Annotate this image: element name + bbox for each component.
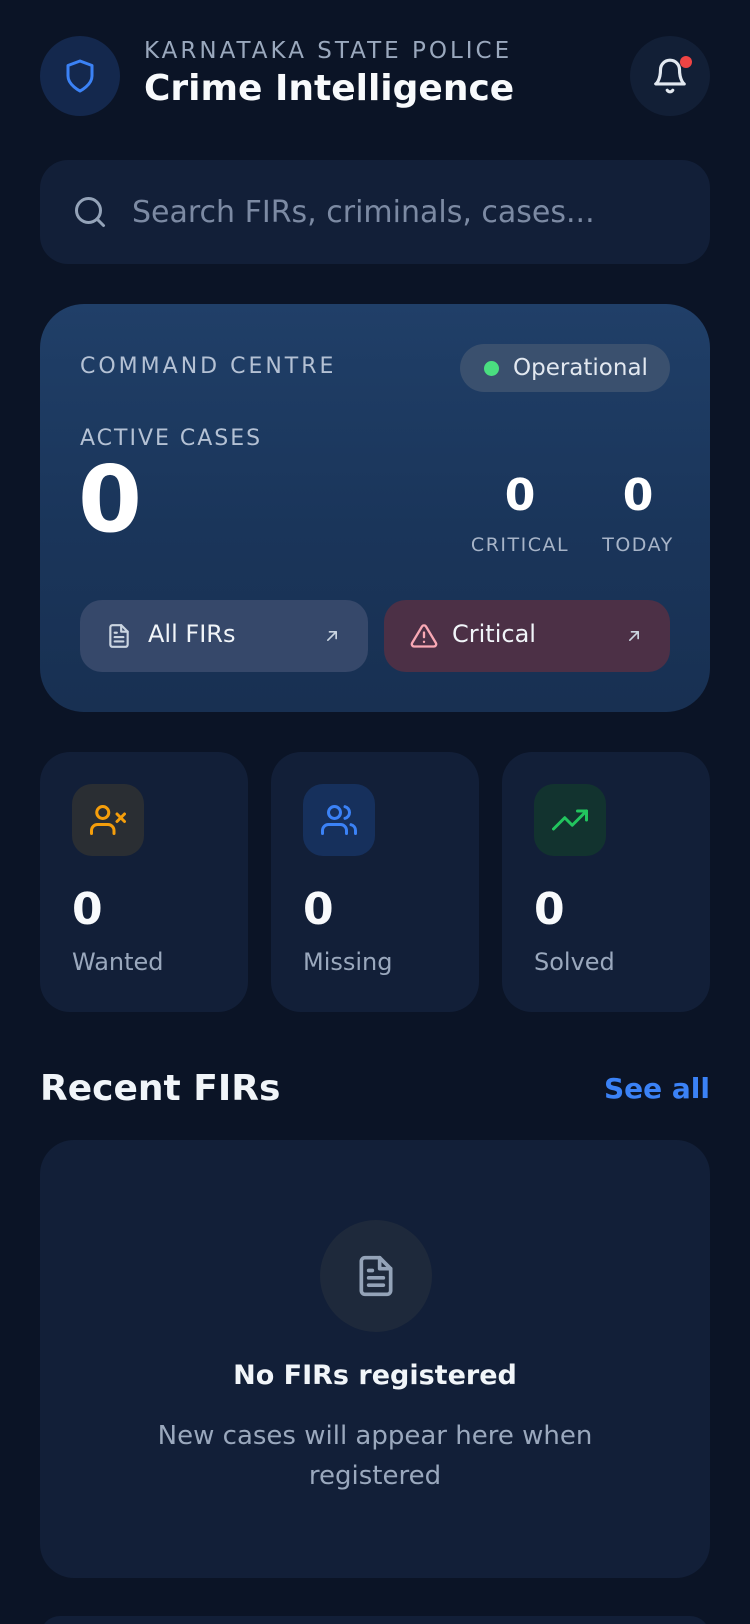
- solved-label: Solved: [534, 948, 615, 976]
- user-x-icon: [90, 805, 126, 835]
- empty-state-card: No FIRs registered New cases will appear…: [40, 1140, 710, 1578]
- police-logo: [40, 36, 120, 116]
- empty-state-subtitle: New cases will appear here when register…: [157, 1421, 593, 1491]
- file-text-icon: [109, 624, 129, 648]
- app-title: Crime Intelligence: [144, 68, 515, 109]
- wanted-icon-wrap: [72, 784, 144, 856]
- critical-label: CRITICAL: [470, 534, 570, 556]
- critical-label-button: Critical: [452, 620, 536, 648]
- arrow-up-right-icon: [629, 631, 639, 641]
- wanted-value: 0: [72, 884, 103, 935]
- all-firs-button[interactable]: All FIRs: [80, 600, 368, 672]
- search-input[interactable]: [132, 184, 672, 240]
- document-icon: [359, 1255, 393, 1297]
- command-centre-label: COMMAND CENTRE: [80, 354, 337, 379]
- next-section-card: [40, 1616, 710, 1624]
- today-label: TODAY: [602, 534, 674, 556]
- critical-button[interactable]: Critical: [384, 600, 670, 672]
- shield-icon: [66, 59, 94, 93]
- dashboard-screen: KARNATAKA STATE POLICE Crime Intelligenc…: [0, 0, 750, 1624]
- empty-icon-wrap: [320, 1220, 432, 1332]
- today-value: 0: [622, 470, 654, 521]
- status-badge: Operational: [460, 344, 670, 392]
- users-icon: [321, 805, 357, 835]
- status-text: Operational: [513, 355, 648, 381]
- today-stat: 0 TODAY: [592, 470, 684, 557]
- app-header: KARNATAKA STATE POLICE Crime Intelligenc…: [40, 36, 710, 116]
- critical-value: 0: [504, 470, 536, 521]
- see-all-link[interactable]: See all: [604, 1072, 710, 1105]
- active-cases-value: 0: [78, 446, 143, 553]
- notifications-button[interactable]: [630, 36, 710, 116]
- arrow-up-right-icon: [327, 631, 337, 641]
- solved-tile[interactable]: 0 Solved: [502, 752, 710, 1012]
- wanted-tile[interactable]: 0 Wanted: [40, 752, 248, 1012]
- trending-up-icon: [552, 809, 588, 831]
- missing-tile[interactable]: 0 Missing: [271, 752, 479, 1012]
- organization-name: KARNATAKA STATE POLICE: [144, 38, 513, 64]
- wanted-label: Wanted: [72, 948, 164, 976]
- empty-state-title: No FIRs registered: [233, 1360, 517, 1391]
- missing-label: Missing: [303, 948, 393, 976]
- missing-icon-wrap: [303, 784, 375, 856]
- search-bar[interactable]: [40, 160, 710, 264]
- solved-icon-wrap: [534, 784, 606, 856]
- critical-stat: 0 CRITICAL: [460, 470, 580, 557]
- notification-badge: [680, 56, 692, 68]
- status-dot: [484, 360, 499, 376]
- missing-value: 0: [303, 884, 334, 935]
- alert-triangle-icon: [410, 624, 438, 648]
- all-firs-label: All FIRs: [148, 620, 236, 648]
- search-icon: [75, 197, 105, 227]
- command-centre-card: COMMAND CENTRE Operational ACTIVE CASES …: [40, 304, 710, 712]
- solved-value: 0: [534, 884, 565, 935]
- recent-firs-title: Recent FIRs: [40, 1068, 281, 1109]
